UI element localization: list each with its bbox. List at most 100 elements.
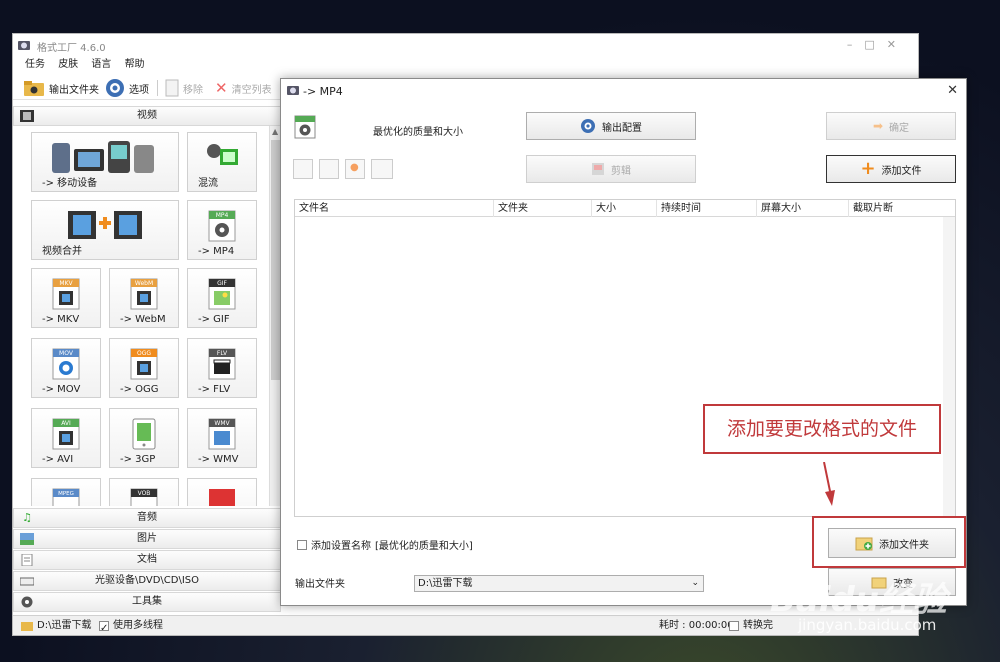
video-merge-icon — [68, 211, 142, 239]
column-filename[interactable]: 文件名 — [295, 200, 494, 217]
category-panel: 视频 -> 移动设备 混流 视频合并 MP4 -> MP4 MKV -> MKV… — [13, 106, 281, 616]
options-icon — [581, 119, 595, 133]
tool-file-button[interactable] — [293, 159, 313, 179]
table-header: 文件名 文件夹 大小 持续时间 屏幕大小 截取片断 — [295, 200, 955, 217]
title-bar: 格式工厂 4.6.0 –□✕ — [13, 34, 918, 56]
preset-icon — [294, 115, 316, 139]
output-folder-select[interactable]: D:\迅雷下载 ⌄ — [414, 575, 704, 592]
chevron-down-icon: ⌄ — [691, 578, 699, 588]
ok-arrow-icon: ➡ — [872, 119, 884, 133]
tile-vob[interactable]: VOB — [109, 478, 179, 506]
clip-icon — [592, 163, 604, 175]
menu-task[interactable]: 任务 — [25, 56, 45, 74]
tile-mkv[interactable]: MKV -> MKV — [31, 268, 101, 328]
remove-button[interactable]: 移除 — [165, 78, 203, 98]
scroll-up-icon[interactable]: ▲ — [272, 127, 278, 136]
menu-skin[interactable]: 皮肤 — [58, 56, 78, 74]
3gp-icon — [132, 418, 156, 450]
column-size[interactable]: 大小 — [592, 200, 657, 217]
avi-icon: AVI — [52, 418, 80, 450]
baidu-watermark: Baidu经验 jingyan.baidu.com — [770, 572, 947, 634]
tool-play-button[interactable]: ● — [345, 159, 365, 179]
vob-badge: VOB — [138, 490, 151, 497]
checkbox-checked-icon — [99, 619, 109, 638]
tool-remove-button[interactable] — [319, 159, 339, 179]
options-icon — [106, 79, 124, 97]
checkbox-unchecked-icon — [297, 539, 307, 550]
scroll-thumb[interactable] — [271, 140, 280, 380]
remove-icon — [165, 79, 179, 97]
tile-flv[interactable]: FLV -> FLV — [187, 338, 257, 398]
plus-icon: + — [860, 158, 876, 179]
file-list-table[interactable]: 文件名 文件夹 大小 持续时间 屏幕大小 截取片断 — [294, 199, 956, 517]
swf-icon — [209, 489, 235, 506]
elapsed-time: 耗时 : 00:00:00 — [659, 620, 734, 631]
mp4-badge: MP4 — [216, 212, 229, 219]
status-output-path[interactable]: D:\迅雷下载 — [21, 616, 91, 635]
wmv-icon: WMV — [208, 418, 236, 450]
tile-gif[interactable]: GIF -> GIF — [187, 268, 257, 328]
tile-wmv[interactable]: WMV -> WMV — [187, 408, 257, 468]
mov-icon: MOV — [52, 348, 80, 380]
category-tools[interactable]: 工具集 — [13, 592, 281, 612]
flv-badge: FLV — [217, 350, 228, 357]
tile-3gp[interactable]: -> 3GP — [109, 408, 179, 468]
preset-label: 最优化的质量和大小 — [373, 127, 463, 138]
tool-info-button[interactable] — [371, 159, 393, 179]
tile-ogg[interactable]: OGG -> OGG — [109, 338, 179, 398]
after-convert-checkbox[interactable]: 转换完 — [729, 616, 773, 635]
app-icon — [18, 41, 30, 50]
play-icon: ● — [350, 162, 359, 173]
clip-button[interactable]: 剪辑 — [526, 155, 696, 183]
checkbox-unchecked-icon — [729, 620, 739, 631]
close-icon[interactable]: ✕ — [947, 83, 958, 98]
gif-icon: GIF — [208, 278, 236, 310]
tile-avi[interactable]: AVI -> AVI — [31, 408, 101, 468]
column-screen-size[interactable]: 屏幕大小 — [757, 200, 849, 217]
ogg-icon: OGG — [130, 348, 158, 380]
category-audio[interactable]: ♫ 音频 — [13, 508, 281, 528]
column-clip-segment[interactable]: 截取片断 — [849, 200, 945, 217]
column-folder[interactable]: 文件夹 — [494, 200, 592, 217]
folder-icon — [24, 81, 44, 96]
menu-bar: 任务 皮肤 语言 帮助 — [13, 56, 918, 74]
table-scrollbar[interactable] — [943, 217, 955, 516]
add-file-button[interactable]: + 添加文件 — [826, 155, 956, 183]
dialog-title: -> MP4 — [303, 85, 343, 98]
tile-video-merge[interactable]: 视频合并 — [31, 200, 179, 260]
window-controls[interactable]: –□✕ — [847, 38, 908, 51]
menu-help[interactable]: 帮助 — [125, 56, 145, 74]
output-config-button[interactable]: 输出配置 — [526, 112, 696, 140]
output-folder-button[interactable]: 输出文件夹 — [23, 78, 99, 98]
webm-badge: WebM — [135, 280, 153, 287]
preset-bracket: [最优化的质量和大小] — [375, 541, 473, 552]
add-preset-name-checkbox[interactable]: 添加设置名称 [最优化的质量和大小] — [297, 537, 473, 552]
watermark-site: jingyan.baidu.com — [798, 616, 937, 634]
tile-mp4[interactable]: MP4 -> MP4 — [187, 200, 257, 260]
column-duration[interactable]: 持续时间 — [657, 200, 757, 217]
category-picture[interactable]: 图片 — [13, 529, 281, 549]
category-video[interactable]: 视频 — [13, 106, 281, 126]
tile-swf[interactable] — [187, 478, 257, 506]
webm-icon: WebM — [130, 278, 158, 310]
ok-button[interactable]: ➡ 确定 — [826, 112, 956, 140]
annotation-arrow-icon — [823, 462, 835, 506]
clear-list-button[interactable]: ✕ 清空列表 — [215, 78, 272, 98]
tile-mov[interactable]: MOV -> MOV — [31, 338, 101, 398]
video-tiles: -> 移动设备 混流 视频合并 MP4 -> MP4 MKV -> MKV We… — [13, 126, 267, 506]
mobile-devices-icon — [52, 141, 154, 173]
tile-mix[interactable]: 混流 — [187, 132, 257, 192]
options-button[interactable]: 选项 — [105, 78, 149, 98]
app-icon — [287, 86, 299, 95]
category-optical[interactable]: 光驱设备\DVD\CD\ISO — [13, 571, 281, 591]
tile-mobile-device[interactable]: -> 移动设备 — [31, 132, 179, 192]
category-document[interactable]: 文档 — [13, 550, 281, 570]
flv-icon: FLV — [208, 348, 236, 380]
menu-language[interactable]: 语言 — [91, 56, 111, 74]
tile-mpeg[interactable]: MPEG — [31, 478, 101, 506]
tools-icon — [21, 596, 33, 608]
mkv-badge: MKV — [59, 280, 73, 287]
multithread-checkbox[interactable]: 使用多线程 — [99, 616, 163, 638]
mpeg-icon: MPEG — [52, 488, 80, 506]
tile-webm[interactable]: WebM -> WebM — [109, 268, 179, 328]
